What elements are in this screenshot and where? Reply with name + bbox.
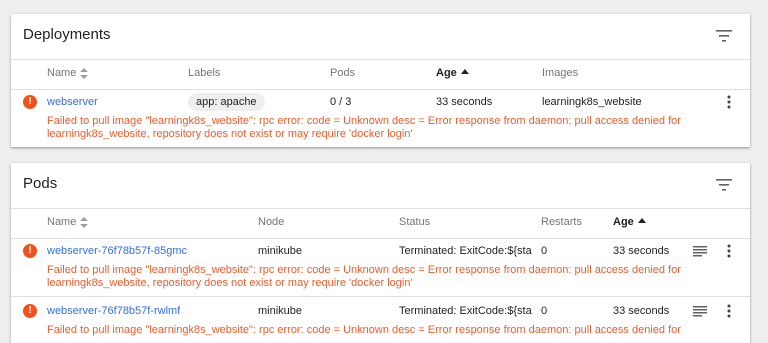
- sort-up-icon: [637, 217, 646, 223]
- column-age-label: Age: [613, 216, 634, 228]
- deployment-name-link[interactable]: webserver: [47, 96, 98, 108]
- column-age[interactable]: Age: [613, 216, 646, 228]
- pod-node: minikube: [258, 305, 303, 317]
- sort-icon: [80, 216, 89, 228]
- pod-restarts: 0: [541, 305, 548, 317]
- logs-icon[interactable]: [693, 246, 707, 257]
- column-restarts-label: Restarts: [541, 216, 582, 228]
- column-restarts: Restarts: [541, 216, 582, 228]
- error-icon: !: [23, 304, 37, 318]
- more-actions-icon[interactable]: [724, 95, 734, 109]
- column-name-label: Name: [47, 216, 77, 228]
- pod-name-link[interactable]: webserver-76f78b57f-85gmc: [47, 245, 187, 257]
- column-pods: Pods: [330, 67, 355, 79]
- filter-icon[interactable]: [716, 29, 732, 43]
- column-age-label: Age: [436, 67, 457, 79]
- column-labels: Labels: [188, 67, 220, 79]
- deployment-error-message: Failed to pull image "learningk8s_websit…: [47, 115, 707, 141]
- error-icon: !: [23, 244, 37, 258]
- pod-status: Terminated: ExitCode:${sta: [399, 305, 532, 317]
- error-line: Failed to pull image "learningk8s_websit…: [47, 324, 681, 336]
- deployment-images: learningk8s_website: [542, 96, 642, 108]
- pods-card: Pods Name Node Status Restarts Age ! web…: [11, 163, 750, 343]
- pod-status: Terminated: ExitCode:${sta: [399, 245, 532, 257]
- pods-column-header: Name Node Status Restarts Age: [11, 209, 750, 239]
- error-icon: !: [23, 95, 37, 109]
- column-name-label: Name: [47, 67, 77, 79]
- pod-error-message: Failed to pull image "learningk8s_websit…: [47, 264, 707, 290]
- pod-restarts: 0: [541, 245, 548, 257]
- deployments-header: Deployments: [11, 14, 750, 60]
- deployment-pods: 0 / 3: [330, 96, 352, 108]
- column-node: Node: [258, 216, 284, 228]
- column-labels-label: Labels: [188, 67, 221, 79]
- deployments-title: Deployments: [23, 26, 111, 43]
- row-divider: [11, 296, 750, 297]
- pod-name-link[interactable]: webserver-76f78b57f-rwlmf: [47, 305, 180, 317]
- deployments-column-header: Name Labels Pods Age Images: [11, 60, 750, 90]
- error-line: learningk8s_website, repository does not…: [47, 277, 413, 289]
- filter-icon[interactable]: [716, 178, 732, 192]
- column-images: Images: [542, 67, 578, 79]
- logs-icon[interactable]: [693, 306, 707, 317]
- column-node-label: Node: [258, 216, 285, 228]
- column-status: Status: [399, 216, 430, 228]
- error-line: Failed to pull image "learningk8s_websit…: [47, 264, 681, 276]
- pod-age: 33 seconds: [613, 245, 670, 257]
- more-actions-icon[interactable]: [724, 244, 734, 258]
- pods-title: Pods: [23, 175, 58, 192]
- pod-error-message: Failed to pull image "learningk8s_websit…: [47, 324, 707, 337]
- sort-up-icon: [460, 68, 469, 74]
- deployment-age: 33 seconds: [436, 96, 493, 108]
- pods-header: Pods: [11, 163, 750, 209]
- column-age[interactable]: Age: [436, 67, 469, 79]
- error-line: Failed to pull image "learningk8s_websit…: [47, 115, 681, 127]
- column-images-label: Images: [542, 67, 579, 79]
- more-actions-icon[interactable]: [724, 304, 734, 318]
- sort-icon: [80, 67, 89, 79]
- pod-age: 33 seconds: [613, 305, 670, 317]
- pod-node: minikube: [258, 245, 303, 257]
- label-chip: app: apache: [188, 93, 265, 111]
- column-status-label: Status: [399, 216, 431, 228]
- column-name[interactable]: Name: [47, 67, 89, 79]
- column-name[interactable]: Name: [47, 216, 89, 228]
- error-line: learningk8s_website, repository does not…: [47, 128, 413, 140]
- column-pods-label: Pods: [330, 67, 356, 79]
- deployments-card: Deployments Name Labels Pods Age Images: [11, 14, 750, 147]
